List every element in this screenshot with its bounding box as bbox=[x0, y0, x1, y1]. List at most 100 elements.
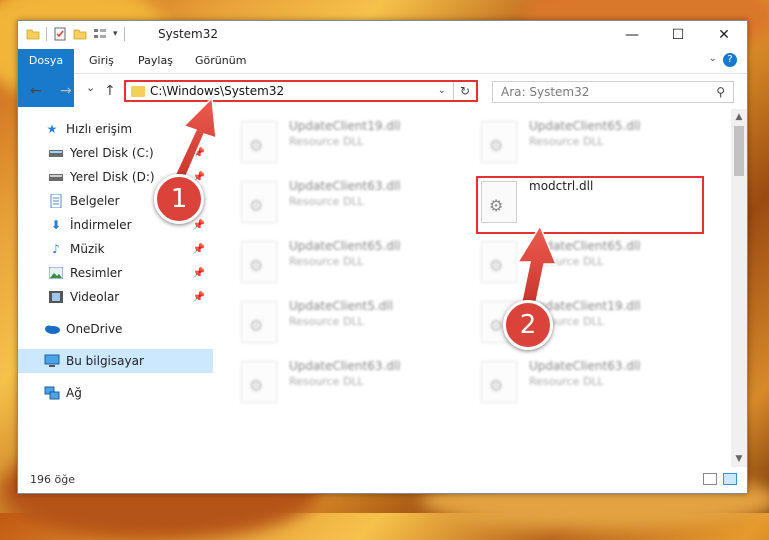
search-placeholder: Ara: System32 bbox=[501, 85, 590, 99]
tab-view[interactable]: Görünüm bbox=[195, 49, 246, 73]
item-count: 196 öğe bbox=[30, 473, 75, 486]
sidebar-item-label: Videolar bbox=[70, 290, 120, 304]
dll-file-icon: ⚙ bbox=[241, 181, 277, 223]
minimize-button[interactable]: — bbox=[609, 21, 655, 49]
sidebar-item-this-pc[interactable]: Bu bilgisayar bbox=[18, 349, 213, 373]
dll-file-icon: ⚙ bbox=[481, 241, 517, 283]
address-path[interactable]: C:\Windows\System32 bbox=[150, 84, 284, 98]
address-bar[interactable]: C:\Windows\System32 ⌄ ↻ bbox=[124, 80, 478, 102]
search-box[interactable]: Ara: System32 ⚲ bbox=[492, 81, 734, 103]
search-icon[interactable]: ⚲ bbox=[716, 85, 725, 99]
file-item[interactable]: ⚙ UpdateClient65.dll Resource DLL bbox=[233, 235, 463, 293]
scroll-thumb[interactable] bbox=[734, 126, 744, 176]
file-type: Resource DLL bbox=[289, 195, 364, 208]
ribbon-tabs: Dosya Giriş Paylaş Görünüm ⌄ ? bbox=[18, 49, 747, 107]
sidebar-item-quick-access[interactable]: ★ Hızlı erişim bbox=[18, 117, 213, 141]
customize-toolbar-icon[interactable]: ▾ bbox=[113, 29, 118, 39]
back-button[interactable]: ← bbox=[30, 83, 42, 99]
recent-locations-button[interactable]: ⌄ bbox=[86, 81, 95, 94]
sidebar-item-label: Ağ bbox=[66, 386, 82, 400]
forward-button[interactable]: → bbox=[60, 83, 72, 99]
maximize-button[interactable]: ☐ bbox=[655, 21, 701, 49]
address-dropdown-icon[interactable]: ⌄ bbox=[438, 85, 446, 96]
vertical-scrollbar[interactable]: ▲ ▼ bbox=[731, 109, 747, 467]
gear-icon: ⚙ bbox=[249, 136, 264, 155]
view-menu-icon[interactable] bbox=[93, 27, 107, 41]
sidebar-item-drive-c[interactable]: Yerel Disk (C:) 📌 bbox=[18, 141, 213, 165]
large-icons-view-icon[interactable] bbox=[723, 473, 737, 485]
scroll-up-icon[interactable]: ▲ bbox=[731, 109, 747, 125]
step-badge-2: 2 bbox=[503, 300, 553, 350]
file-name: UpdateClient63.dll bbox=[289, 359, 401, 373]
gear-icon: ⚙ bbox=[489, 256, 504, 275]
pin-icon: 📌 bbox=[192, 219, 205, 231]
sidebar-item-label: Yerel Disk (D:) bbox=[70, 170, 155, 184]
file-name: UpdateClient19.dll bbox=[289, 119, 401, 133]
file-type: Resource DLL bbox=[289, 375, 364, 388]
folder-icon[interactable] bbox=[26, 27, 40, 41]
sidebar-item-label: OneDrive bbox=[66, 322, 123, 336]
sidebar-item-network[interactable]: Ağ bbox=[18, 381, 213, 405]
new-folder-icon[interactable] bbox=[73, 27, 87, 41]
sidebar-item-label: İndirmeler bbox=[70, 218, 132, 232]
toolbar-divider bbox=[46, 27, 47, 41]
gear-icon: ⚙ bbox=[489, 376, 504, 395]
file-name: UpdateClient65.dll bbox=[529, 119, 641, 133]
cloud-icon bbox=[44, 322, 60, 336]
file-item[interactable]: ⚙ UpdateClient5.dll Resource DLL bbox=[233, 295, 463, 353]
dll-file-icon: ⚙ bbox=[241, 241, 277, 283]
download-icon: ⬇ bbox=[50, 218, 62, 232]
pin-icon: 📌 bbox=[192, 291, 205, 303]
pin-icon: 📌 bbox=[192, 243, 205, 255]
tab-home[interactable]: Giriş bbox=[89, 49, 114, 73]
gear-icon: ⚙ bbox=[249, 256, 264, 275]
scroll-down-icon[interactable]: ▼ bbox=[731, 451, 747, 467]
close-button[interactable]: ✕ bbox=[701, 21, 747, 49]
file-item[interactable]: ⚙ UpdateClient63.dll Resource DLL bbox=[233, 355, 463, 413]
sidebar-item-label: Hızlı erişim bbox=[66, 122, 133, 136]
tab-share[interactable]: Paylaş bbox=[138, 49, 173, 73]
window-title: System32 bbox=[158, 27, 219, 41]
sidebar-item-pictures[interactable]: Resimler 📌 bbox=[18, 261, 213, 285]
properties-icon[interactable] bbox=[53, 27, 67, 41]
pin-icon: 📌 bbox=[192, 147, 205, 159]
sidebar-item-music[interactable]: ♪ Müzik 📌 bbox=[18, 237, 213, 261]
file-item[interactable]: ⚙ UpdateClient65.dll Resource DLL bbox=[473, 235, 703, 293]
sidebar-item-onedrive[interactable]: OneDrive bbox=[18, 317, 213, 341]
navigation-bar: ← → ⌄ ↑ C:\Windows\System32 ⌄ ↻ Ara: Sys… bbox=[18, 73, 747, 109]
title-bar: ▾ System32 — ☐ ✕ bbox=[18, 21, 747, 49]
file-item[interactable]: ⚙ UpdateClient65.dll Resource DLL bbox=[473, 115, 703, 173]
network-icon bbox=[44, 386, 60, 400]
file-list: ⚙ UpdateClient19.dll Resource DLL ⚙ Upda… bbox=[223, 109, 729, 467]
help-icon[interactable]: ? bbox=[723, 53, 737, 67]
gear-icon: ⚙ bbox=[249, 316, 264, 335]
expand-ribbon-icon[interactable]: ⌄ bbox=[709, 53, 717, 64]
view-toggle bbox=[703, 473, 737, 485]
file-type: Resource DLL bbox=[289, 255, 364, 268]
gear-icon: ⚙ bbox=[249, 376, 264, 395]
up-button[interactable]: ↑ bbox=[104, 83, 116, 99]
sidebar-item-label: Bu bilgisayar bbox=[66, 354, 144, 368]
dll-file-icon: ⚙ bbox=[241, 121, 277, 163]
file-item[interactable]: ⚙ UpdateClient63.dll Resource DLL bbox=[473, 355, 703, 413]
pictures-icon bbox=[48, 266, 64, 280]
star-icon: ★ bbox=[46, 122, 58, 136]
file-type: Resource DLL bbox=[289, 135, 364, 148]
pin-icon: 📌 bbox=[192, 267, 205, 279]
refresh-button[interactable]: ↻ bbox=[453, 82, 476, 100]
dll-file-icon: ⚙ bbox=[481, 121, 517, 163]
gear-icon: ⚙ bbox=[249, 196, 264, 215]
toolbar-divider bbox=[123, 27, 125, 41]
modctrl-highlight-box bbox=[476, 176, 704, 234]
details-view-icon[interactable] bbox=[703, 473, 717, 485]
file-type: Resource DLL bbox=[529, 255, 604, 268]
step-badge-1: 1 bbox=[154, 174, 204, 224]
status-bar: 196 öğe bbox=[18, 467, 747, 493]
file-item[interactable]: ⚙ UpdateClient19.dll Resource DLL bbox=[233, 115, 463, 173]
sidebar-item-videos[interactable]: Videolar 📌 bbox=[18, 285, 213, 309]
file-name: UpdateClient5.dll bbox=[289, 299, 393, 313]
folder-icon bbox=[131, 86, 145, 97]
dll-file-icon: ⚙ bbox=[481, 361, 517, 403]
explorer-window: ▾ System32 — ☐ ✕ Dosya Giriş Paylaş Görü… bbox=[17, 20, 748, 494]
file-item[interactable]: ⚙ UpdateClient63.dll Resource DLL bbox=[233, 175, 463, 233]
